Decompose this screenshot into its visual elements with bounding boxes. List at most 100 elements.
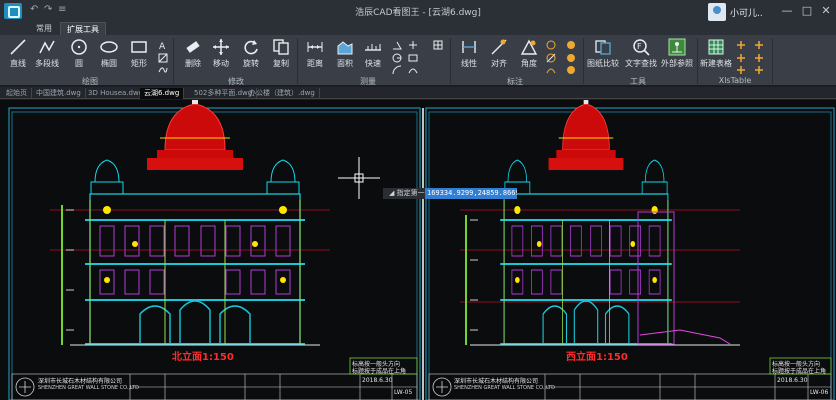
tab-common[interactable]: 常用 — [30, 22, 58, 35]
table-measure-icon[interactable] — [433, 40, 443, 50]
right-sheet-number: LW-06 — [810, 389, 829, 396]
doc-tab[interactable]: 起始页 — [2, 88, 32, 99]
group-label-modify: 修改 — [228, 77, 244, 86]
rotate-tool[interactable]: 旋转 — [234, 38, 268, 72]
xref-icon — [668, 38, 686, 56]
hatch-icon[interactable] — [158, 53, 168, 63]
ellipse-tool[interactable]: 椭圆 — [92, 38, 126, 72]
text-icon[interactable]: A — [158, 40, 168, 50]
drawing-canvas[interactable]: 北立面1:150 西立面1:150 标高按一般头方向 标题按于成品在上角 标高按… — [0, 100, 836, 400]
circle-tool-label: 圆 — [75, 59, 83, 68]
external-reference-tool[interactable]: 外部参照 — [660, 38, 694, 72]
title-bar: ↶ ↷ ≡ 浩辰CAD看图王 - [云湖6.dwg] 小可儿.. — □ ✕ — [0, 0, 836, 22]
group-label-measure: 测量 — [360, 77, 376, 86]
text-search-icon: F — [633, 39, 650, 56]
minimize-button[interactable]: — — [778, 3, 796, 19]
line-icon — [10, 39, 26, 55]
drawing-compare-label: 图纸比较 — [587, 59, 619, 68]
angle-dimension-label: 角度 — [521, 59, 537, 68]
move-tool[interactable]: 移动 — [204, 38, 238, 72]
right-company-name-en: SHENZHEN GREAT WALL STONE CO.,LTD — [454, 385, 555, 391]
group-divider — [697, 38, 698, 84]
angle-measure-icon[interactable] — [392, 40, 402, 50]
table-insert-row-icon[interactable] — [736, 40, 746, 50]
quick-measure-tool-label: 快速 — [365, 59, 381, 68]
distance-tool[interactable]: 距离 — [298, 38, 332, 72]
diameter-dimension-icon[interactable] — [546, 53, 556, 63]
arc-dimension-icon[interactable] — [546, 65, 556, 75]
user-name[interactable]: 小可儿.. — [730, 6, 763, 19]
ribbon: 直线 多段线 圆 椭圆 矩形 A 绘图 删除 移动 旋转 复制 修改 距离 面积… — [0, 35, 836, 86]
polyline-tool[interactable]: 多段线 — [30, 38, 64, 72]
text-search-tool[interactable]: F 文字查找 — [624, 38, 658, 72]
group-divider — [450, 38, 451, 84]
table-merge-icon[interactable] — [754, 40, 764, 50]
close-button[interactable]: ✕ — [817, 3, 835, 19]
left-sheet-number: LW-05 — [394, 389, 413, 396]
tab-extended-tools[interactable]: 扩展工具 — [60, 22, 106, 35]
table-split-icon[interactable] — [754, 53, 764, 63]
doc-tab-active[interactable]: 云湖6.dwg — [140, 88, 185, 99]
ribbon-tab-bar: 常用 扩展工具 — [0, 22, 836, 35]
quick-measure-tool[interactable]: 快速 — [356, 38, 390, 72]
aligned-dimension-icon — [491, 39, 507, 55]
cad-drawing — [8, 100, 835, 400]
user-avatar[interactable] — [708, 3, 726, 21]
rectangle-tool-label: 矩形 — [131, 59, 147, 68]
spline-icon[interactable] — [158, 65, 168, 75]
coordinate-icon[interactable] — [408, 40, 418, 50]
cloud-markup-icon[interactable] — [566, 53, 576, 63]
group-divider — [583, 38, 584, 84]
ellipse-icon — [100, 41, 118, 53]
table-insert-column-icon[interactable] — [736, 53, 746, 63]
area-icon — [337, 41, 353, 55]
rotate-tool-label: 旋转 — [243, 59, 259, 68]
linear-dimension-icon — [462, 41, 476, 53]
group-label-annotate: 标注 — [507, 77, 523, 86]
arc-measure-icon[interactable] — [392, 65, 402, 75]
rotate-icon — [244, 40, 258, 55]
note-icon[interactable] — [566, 65, 576, 75]
angle-dimension-tool[interactable]: 角度 — [512, 38, 546, 72]
prompt-icon: ◢ — [389, 189, 397, 197]
aligned-dimension-tool[interactable]: 对齐 — [482, 38, 516, 72]
linear-dimension-tool[interactable]: 线性 — [452, 38, 486, 72]
rectangle-tool[interactable]: 矩形 — [122, 38, 156, 72]
table-delete-icon[interactable] — [754, 65, 764, 75]
left-note-line2: 标题按于成品在上角 — [352, 368, 407, 375]
copy-icon — [273, 39, 289, 55]
move-tool-label: 移动 — [213, 59, 229, 68]
left-company-name: 深圳市长城石木材结构有限公司 — [38, 378, 123, 385]
maximize-button[interactable]: □ — [798, 3, 816, 19]
arc-length-icon[interactable] — [408, 65, 418, 75]
doc-tab[interactable]: 3D Housea.dwg — [84, 88, 149, 99]
new-table-tool[interactable]: 新建表格 — [699, 38, 733, 72]
perimeter-icon[interactable] — [408, 53, 418, 63]
external-reference-label: 外部参照 — [661, 59, 693, 68]
coordinate-input[interactable]: 169334.9299,24859.8669 — [425, 188, 517, 199]
svg-text:A: A — [159, 42, 166, 50]
aligned-dimension-label: 对齐 — [491, 59, 507, 68]
right-elevation-title: 西立面1:150 — [566, 352, 628, 363]
copy-tool[interactable]: 复制 — [264, 38, 298, 72]
linear-dimension-label: 线性 — [461, 59, 477, 68]
circle-tool[interactable]: 圆 — [62, 38, 96, 72]
right-date: 2018.6.30 — [777, 377, 808, 384]
compare-icon — [595, 40, 611, 55]
table-export-icon[interactable] — [736, 65, 746, 75]
distance-icon — [307, 42, 323, 52]
text-search-label: 文字查找 — [625, 59, 657, 68]
angle-dimension-icon — [520, 39, 538, 55]
drawing-compare-tool[interactable]: 图纸比较 — [586, 38, 620, 72]
doc-tab[interactable]: 办公楼（建筑）.dwg — [245, 88, 320, 99]
right-note-line2: 标题按于成品在上角 — [772, 368, 827, 375]
circle-icon — [71, 39, 87, 55]
svg-text:F: F — [637, 42, 642, 51]
leader-icon[interactable] — [566, 40, 576, 50]
new-table-label: 新建表格 — [700, 59, 732, 68]
left-elevation-title: 北立面1:150 — [172, 352, 234, 363]
radius-dimension-icon[interactable] — [546, 40, 556, 50]
radius-measure-icon[interactable] — [392, 53, 402, 63]
right-company-name: 深圳市长城石木材结构有限公司 — [454, 378, 539, 385]
doc-tab[interactable]: 中国建筑.dwg — [32, 88, 86, 99]
